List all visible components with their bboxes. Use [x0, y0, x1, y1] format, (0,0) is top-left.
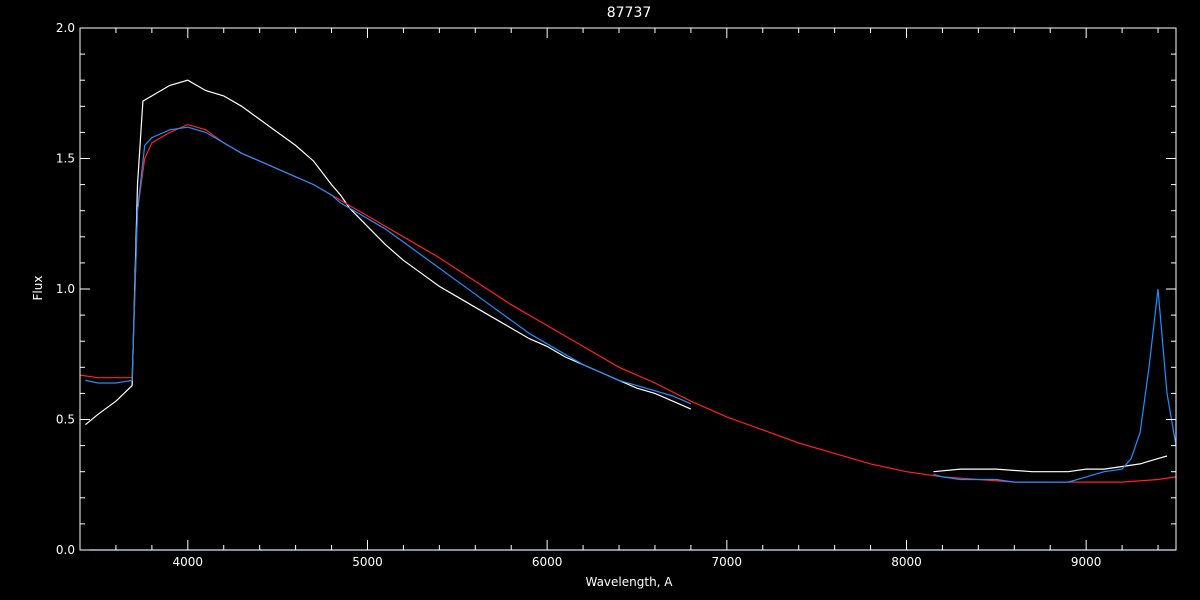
x-axis-label: Wavelength, A — [585, 575, 673, 589]
x-tick-label-7000: 7000 — [712, 555, 743, 569]
y-axis-label: Flux — [31, 276, 45, 301]
x-tick-label-9000: 9000 — [1071, 555, 1102, 569]
y-tick-label-0.5: 0.5 — [56, 413, 75, 427]
x-tick-label-5000: 5000 — [352, 555, 383, 569]
spectrum-chart: 87737 4000 5000 6000 7000 8000 9000 0.0 0.5 1.0 1… — [0, 0, 1200, 600]
y-tick-label-1.5: 1.5 — [56, 152, 75, 166]
y-tick-label-0.0: 0.0 — [56, 543, 75, 557]
y-tick-label-1.0: 1.0 — [56, 282, 75, 296]
x-tick-label-6000: 6000 — [532, 555, 563, 569]
x-tick-label-8000: 8000 — [891, 555, 922, 569]
y-tick-label-2.0: 2.0 — [56, 21, 75, 35]
chart-title: 87737 — [607, 5, 652, 21]
x-tick-label-4000: 4000 — [173, 555, 204, 569]
chart-background — [0, 0, 1200, 600]
